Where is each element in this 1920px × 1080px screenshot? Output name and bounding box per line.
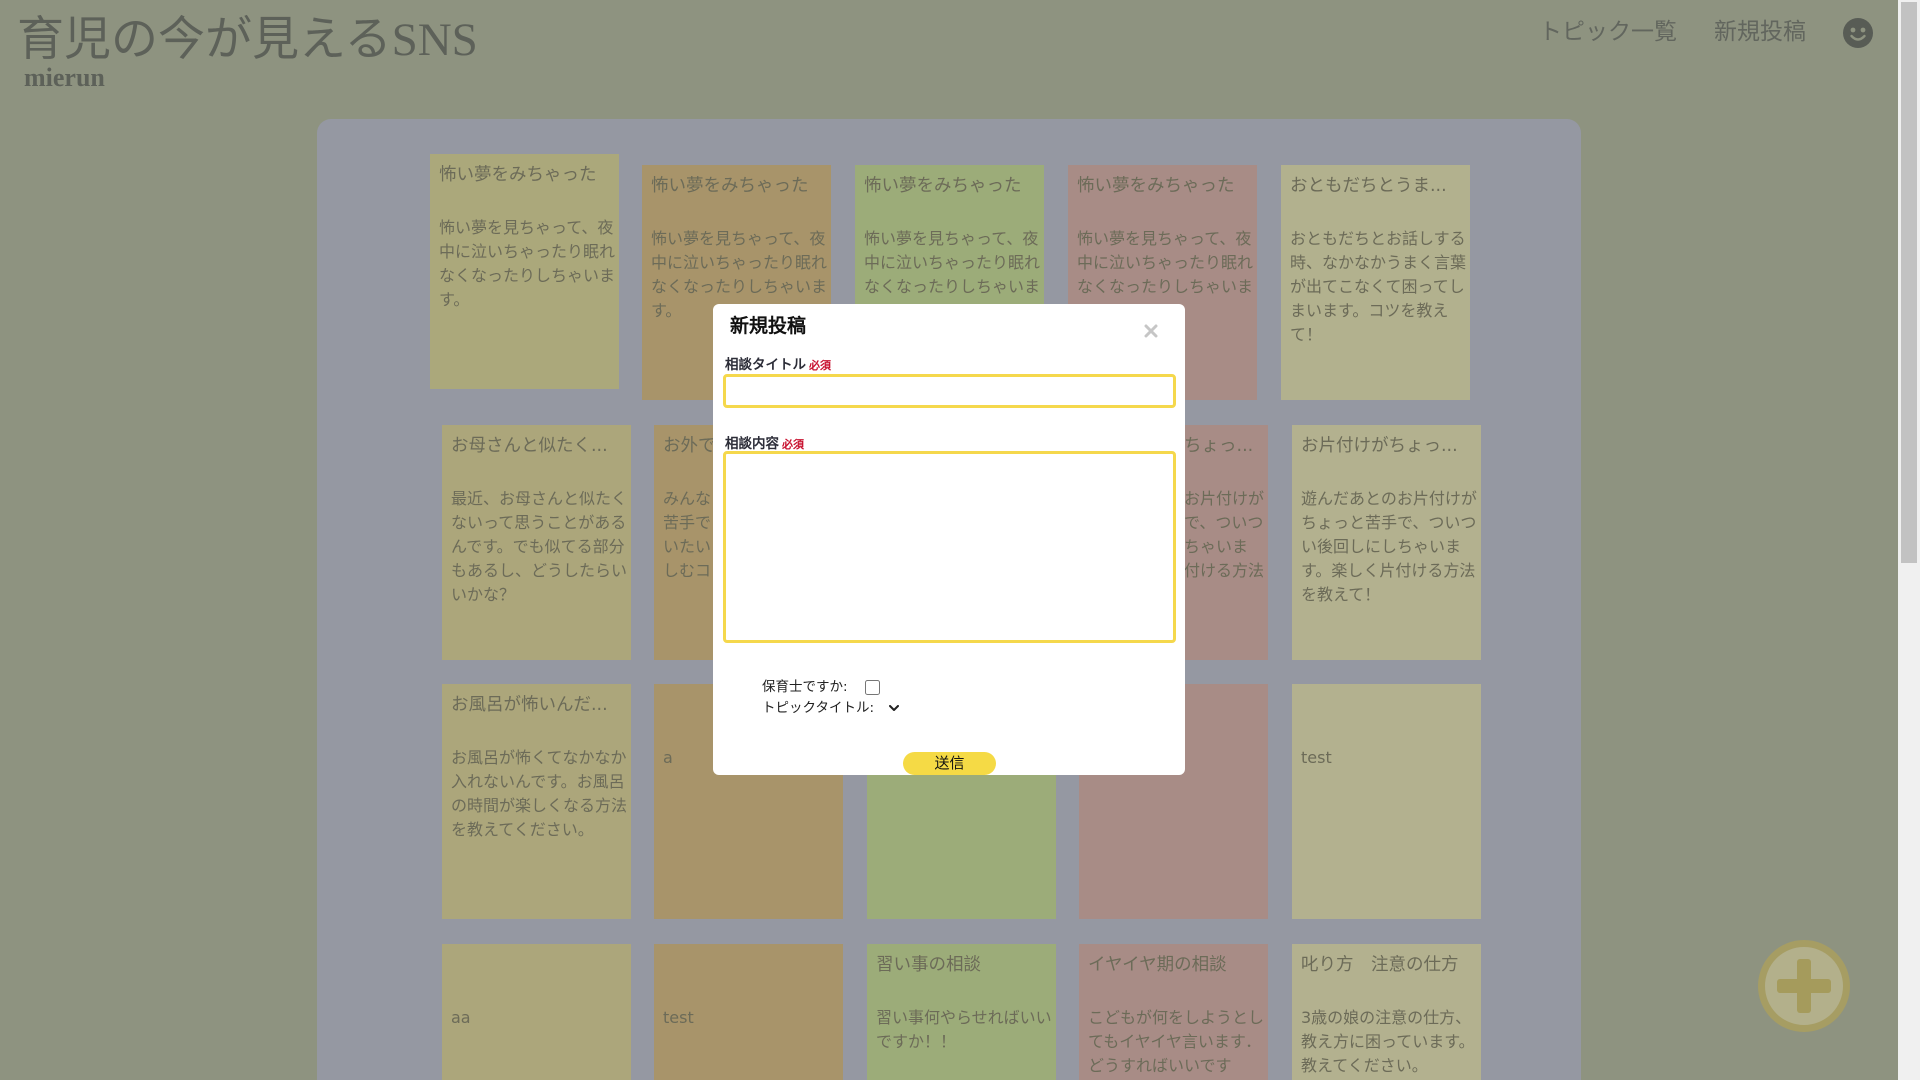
close-icon[interactable] bbox=[1144, 324, 1158, 338]
consult-title-label-text: 相談タイトル bbox=[725, 357, 806, 373]
chevron-down-icon bbox=[889, 705, 905, 712]
modal-title: 新規投稿 bbox=[730, 315, 807, 337]
nursery-teacher-checkbox[interactable] bbox=[865, 680, 880, 695]
consult-title-label: 相談タイトル 必須 bbox=[725, 357, 831, 374]
consult-title-input[interactable] bbox=[723, 374, 1176, 408]
required-badge: 必須 bbox=[782, 438, 804, 451]
scrollbar-thumb[interactable] bbox=[1901, 2, 1917, 563]
required-badge: 必須 bbox=[809, 359, 831, 372]
topic-title-select[interactable] bbox=[889, 700, 905, 716]
scrollbar[interactable] bbox=[1898, 0, 1920, 1080]
consult-content-textarea[interactable] bbox=[723, 451, 1176, 643]
consult-content-label-text: 相談内容 bbox=[725, 436, 779, 452]
nursery-teacher-label: 保育士ですか: bbox=[762, 679, 848, 695]
submit-button[interactable]: 送信 bbox=[903, 752, 996, 775]
topic-title-label: トピックタイトル: bbox=[762, 700, 875, 716]
new-post-modal: 新規投稿 相談タイトル 必須 相談内容 必須 保育士ですか: トピックタイトル: 送… bbox=[713, 304, 1185, 775]
